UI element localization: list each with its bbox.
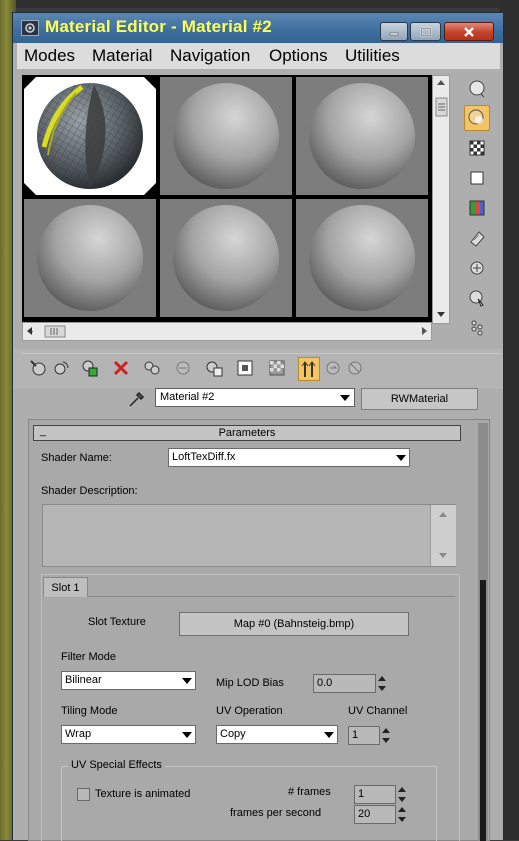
spinner-arrows-icon[interactable] bbox=[380, 726, 392, 745]
tab-slot-1[interactable]: Slot 1 bbox=[43, 577, 88, 597]
frames-spinner[interactable]: 1 bbox=[354, 785, 406, 804]
tiling-mode-label: Tiling Mode bbox=[61, 705, 118, 717]
parameters-title: Parameters bbox=[218, 427, 276, 439]
fps-spinner[interactable]: 20 bbox=[354, 805, 406, 824]
sphere-preview bbox=[309, 83, 415, 189]
frames-label: # frames bbox=[288, 786, 331, 798]
maximize-button[interactable] bbox=[410, 22, 441, 41]
material-editor-window: Material Editor - Material #2 Modes Mate… bbox=[12, 12, 504, 841]
slot-texture-map-button[interactable]: Map #0 (Bahnsteig.bmp) bbox=[179, 612, 409, 636]
sphere-preview bbox=[37, 205, 143, 311]
spinner-arrows-icon[interactable] bbox=[396, 785, 408, 804]
make-preview-icon[interactable] bbox=[464, 225, 490, 251]
chevron-down-icon bbox=[182, 732, 192, 738]
uv-channel-label: UV Channel bbox=[348, 705, 408, 717]
sphere-preview bbox=[173, 83, 279, 189]
desktop-background bbox=[0, 0, 519, 8]
chevron-down-icon bbox=[396, 455, 406, 461]
menu-utilities[interactable]: Utilities bbox=[345, 46, 400, 66]
tiling-mode-dropdown[interactable]: Wrap bbox=[61, 725, 196, 744]
sample-slot-2[interactable] bbox=[160, 77, 292, 195]
put-to-scene-icon[interactable] bbox=[50, 357, 72, 379]
close-icon bbox=[445, 23, 493, 40]
menu-modes[interactable]: Modes bbox=[24, 46, 75, 66]
video-color-check-icon[interactable] bbox=[464, 195, 490, 221]
uv-operation-dropdown[interactable]: Copy bbox=[216, 725, 338, 744]
reset-map-icon[interactable] bbox=[110, 357, 132, 379]
title-bar[interactable]: Material Editor - Material #2 bbox=[13, 13, 503, 43]
texture-animated-label: Texture is animated bbox=[95, 788, 191, 800]
material-effects-icon[interactable] bbox=[344, 357, 366, 379]
options-icon[interactable] bbox=[464, 255, 490, 281]
sample-slot-1[interactable] bbox=[24, 77, 156, 195]
uv-operation-label: UV Operation bbox=[216, 705, 283, 717]
pick-material-eyedropper-icon[interactable] bbox=[127, 389, 147, 409]
chevron-down-icon bbox=[324, 732, 334, 738]
filter-mode-dropdown[interactable]: Bilinear bbox=[61, 671, 196, 690]
shader-name-dropdown[interactable]: LoftTexDiff.fx bbox=[168, 448, 410, 467]
material-name-value: Material #2 bbox=[160, 391, 215, 403]
sample-slot-6[interactable] bbox=[296, 199, 428, 317]
shader-description-box[interactable] bbox=[42, 504, 456, 567]
chevron-down-icon[interactable] bbox=[336, 389, 354, 406]
material-type-button[interactable]: RWMaterial bbox=[361, 388, 478, 410]
make-unique-icon[interactable] bbox=[141, 357, 163, 379]
slots-vertical-scrollbar[interactable] bbox=[432, 75, 450, 324]
app-icon bbox=[21, 20, 39, 36]
spinner-arrows-icon[interactable] bbox=[396, 805, 408, 824]
material-map-navigator-icon[interactable] bbox=[464, 315, 490, 341]
shader-description-label: Shader Description: bbox=[41, 485, 138, 497]
divider bbox=[21, 353, 501, 354]
sample-slot-3[interactable] bbox=[296, 77, 428, 195]
backlight-icon[interactable] bbox=[464, 105, 490, 131]
minimize-icon bbox=[381, 23, 407, 40]
mip-lod-bias-spinner[interactable]: 0.0 bbox=[313, 674, 386, 693]
go-to-parent-icon[interactable] bbox=[298, 357, 320, 381]
uv-channel-spinner[interactable]: 1 bbox=[348, 726, 390, 745]
select-by-material-icon[interactable] bbox=[464, 285, 490, 311]
parameters-rollout-header[interactable]: _ Parameters bbox=[33, 425, 461, 441]
sample-slot-5[interactable] bbox=[160, 199, 292, 317]
chevron-down-icon bbox=[182, 678, 192, 684]
menu-bar: Modes Material Navigation Options Utilit… bbox=[17, 43, 500, 69]
material-name-field[interactable]: Material #2 bbox=[155, 388, 355, 407]
shader-name-label: Shader Name: bbox=[41, 452, 112, 464]
put-to-library-icon[interactable] bbox=[172, 357, 194, 379]
spinner-arrows-icon[interactable] bbox=[376, 674, 388, 693]
uv-special-effects-title: UV Special Effects bbox=[68, 759, 165, 771]
go-forward-sibling-icon[interactable] bbox=[322, 357, 344, 379]
textured-sphere-preview bbox=[24, 77, 156, 195]
mip-lod-bias-label: Mip LOD Bias bbox=[216, 677, 284, 689]
filter-mode-label: Filter Mode bbox=[61, 651, 117, 663]
menu-material[interactable]: Material bbox=[92, 46, 152, 66]
sphere-preview bbox=[309, 205, 415, 311]
minimize-button[interactable] bbox=[380, 22, 408, 41]
close-button[interactable] bbox=[444, 22, 494, 41]
assign-to-selection-icon[interactable] bbox=[79, 357, 101, 379]
sample-slot-4[interactable] bbox=[24, 199, 156, 317]
show-in-viewport-icon[interactable] bbox=[234, 357, 256, 379]
sphere-preview bbox=[173, 205, 279, 311]
maximize-icon bbox=[411, 23, 440, 40]
menu-options[interactable]: Options bbox=[269, 46, 328, 66]
sample-slots-grid bbox=[22, 75, 432, 322]
texture-animated-checkbox[interactable] bbox=[77, 788, 90, 801]
get-material-icon[interactable] bbox=[27, 357, 49, 379]
slots-horizontal-scrollbar[interactable] bbox=[22, 322, 432, 341]
uv-tiling-icon[interactable] bbox=[464, 165, 490, 191]
rollout-scrollbar-thumb[interactable] bbox=[480, 580, 486, 841]
window-title: Material Editor - Material #2 bbox=[45, 17, 272, 36]
slot-texture-label: Slot Texture bbox=[88, 616, 146, 628]
description-scrollbar[interactable] bbox=[430, 505, 456, 566]
sample-type-icon[interactable] bbox=[464, 75, 490, 101]
fps-label: frames per second bbox=[230, 807, 322, 819]
background-icon[interactable] bbox=[464, 135, 490, 161]
material-id-channel-icon[interactable] bbox=[203, 357, 225, 379]
menu-navigation[interactable]: Navigation bbox=[170, 46, 250, 66]
show-end-result-icon[interactable] bbox=[266, 357, 288, 379]
divider bbox=[87, 596, 455, 597]
